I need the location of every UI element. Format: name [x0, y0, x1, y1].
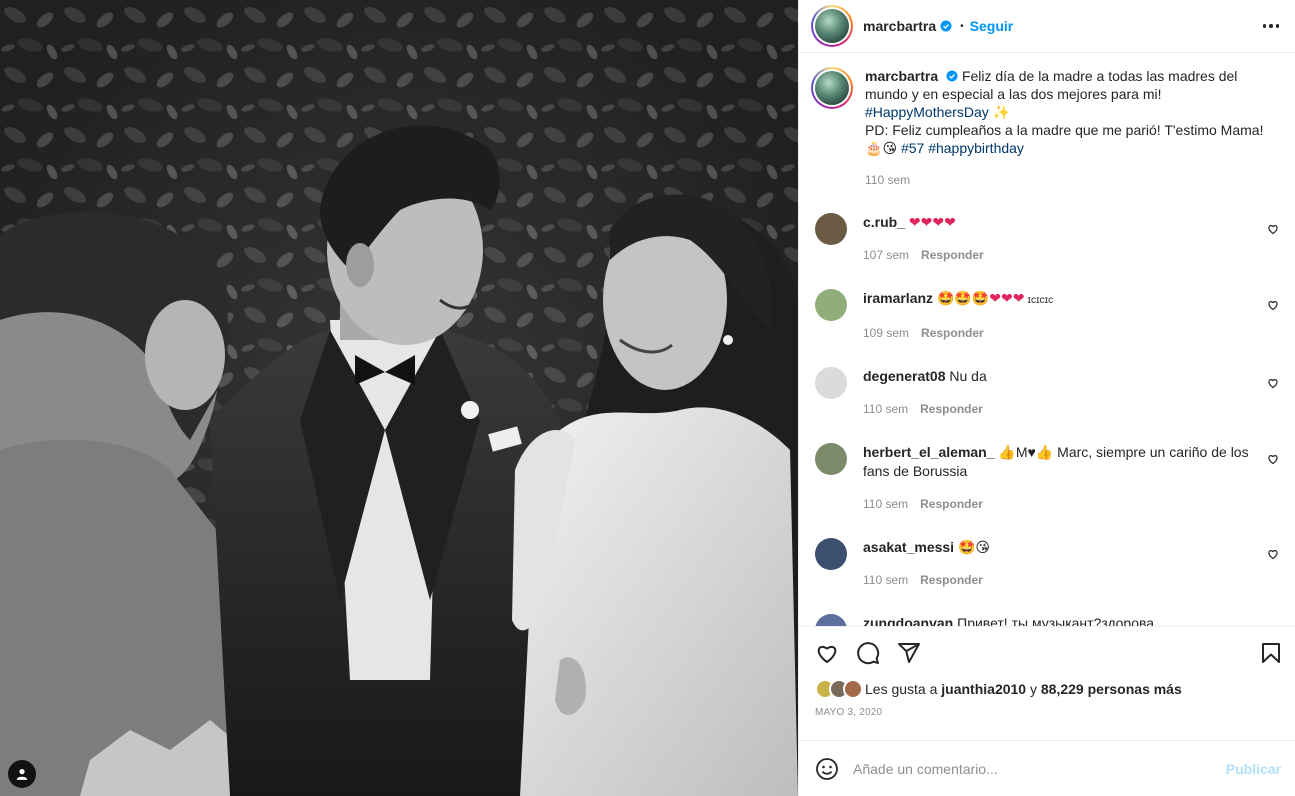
reply-button[interactable]: Responder — [920, 402, 983, 416]
reply-button[interactable]: Responder — [921, 326, 984, 340]
likes-prefix: Les gusta a — [865, 681, 938, 697]
reply-button[interactable]: Responder — [921, 248, 984, 262]
star-struck-emoji-icon: 🤩😘 — [957, 539, 990, 555]
hashtag-link[interactable]: #HappyMothersDay — [865, 104, 989, 120]
likes-summary: Les gusta a juanthia2010 y 88,229 person… — [815, 679, 1283, 699]
post-header: marcbartra • Seguir — [799, 0, 1295, 53]
comment-avatar[interactable] — [815, 443, 847, 475]
user-tag-button[interactable] — [8, 760, 36, 788]
caption-time[interactable]: 110 sem — [865, 171, 1265, 189]
comment-text-mid: M♥ — [1015, 444, 1036, 460]
verified-badge-icon — [940, 20, 952, 32]
emoji-sparkles-icon: ✨ — [992, 104, 1011, 120]
post-date[interactable]: MAYO 3, 2020 — [815, 707, 1283, 718]
publish-button[interactable]: Publicar — [1226, 761, 1281, 777]
verified-badge-icon — [946, 70, 958, 82]
post-photo[interactable] — [0, 0, 798, 796]
reply-button[interactable]: Responder — [920, 573, 983, 587]
caption-username[interactable]: marcbartra — [865, 68, 938, 84]
comment-time[interactable]: 110 sem — [863, 497, 908, 511]
author-username[interactable]: marcbartra — [863, 18, 936, 34]
comment-avatar[interactable] — [815, 614, 847, 626]
separator-dot: • — [960, 20, 964, 32]
comment-item: c.rub_ ❤❤❤❤ 107 sem Responder — [811, 213, 1279, 265]
star-struck-emoji-icon: 🤩🤩🤩 — [936, 290, 990, 306]
comment-username[interactable]: zungdoanvan — [863, 615, 953, 626]
comment-time[interactable]: 110 sem — [863, 402, 908, 416]
follow-button[interactable]: Seguir — [970, 18, 1014, 34]
comment-text: Nu da — [949, 368, 987, 384]
comment-time[interactable]: 109 sem — [863, 326, 909, 340]
comment-username[interactable]: asakat_messi — [863, 539, 954, 555]
emoji-cake-icon: 🎂 — [865, 140, 883, 156]
comment-time[interactable]: 107 sem — [863, 248, 909, 262]
thumbs-up-emoji-icon: 👍 — [998, 444, 1016, 460]
like-comment-icon[interactable] — [1267, 299, 1279, 311]
comment-username[interactable]: c.rub_ — [863, 214, 905, 230]
comment-username[interactable]: degenerat08 — [863, 368, 945, 384]
likes-count[interactable]: 88,229 personas más — [1041, 681, 1182, 697]
comment-input[interactable] — [853, 760, 1226, 777]
caption-avatar[interactable] — [811, 67, 853, 109]
comment-icon[interactable] — [856, 641, 880, 665]
post-caption: marcbartra Feliz día de la madre a todas… — [811, 67, 1279, 189]
comment-item: degenerat08 Nu da 110 sem Responder — [811, 367, 1279, 419]
like-comment-icon[interactable] — [1267, 453, 1279, 465]
like-comment-icon[interactable] — [1267, 377, 1279, 389]
comment-username[interactable]: herbert_el_aleman_ — [863, 444, 995, 460]
author-avatar[interactable] — [811, 5, 853, 47]
comment-avatar[interactable] — [815, 367, 847, 399]
like-comment-icon[interactable] — [1267, 548, 1279, 560]
post-side-panel: marcbartra • Seguir marcbartra Feliz día… — [798, 0, 1295, 796]
hashtag-link[interactable]: #57 — [901, 140, 924, 156]
comment-item: asakat_messi 🤩😘 110 sem Responder — [811, 538, 1279, 590]
comment-avatar[interactable] — [815, 213, 847, 245]
heart-emoji-icon: ❤❤❤ — [989, 290, 1025, 306]
caption-text-2: PD: Feliz cumpleaños a la madre que me p… — [865, 122, 1264, 138]
comment-item: herbert_el_aleman_ 👍M♥👍 Marc, siempre un… — [811, 443, 1279, 514]
wedding-photo — [0, 0, 798, 796]
comment-avatar[interactable] — [815, 289, 847, 321]
liker-username[interactable]: juanthia2010 — [941, 681, 1026, 697]
post-actions: Les gusta a juanthia2010 y 88,229 person… — [799, 626, 1295, 740]
like-comment-icon[interactable] — [1267, 223, 1279, 235]
emoji-icon[interactable] — [815, 757, 839, 781]
comment-text: Привет! ты музыкант?здорова. — [957, 615, 1158, 626]
liker-avatars — [815, 679, 863, 699]
comment-item: iramarlanz 🤩🤩🤩❤❤❤ ɪᴄɪᴄɪᴄ 109 sem Responder — [811, 289, 1279, 343]
more-options-icon[interactable] — [1262, 24, 1279, 28]
bookmark-icon[interactable] — [1259, 641, 1283, 665]
emoji-kiss-icon: 😘 — [882, 140, 898, 156]
thumbs-up-emoji-icon: 👍 — [1035, 444, 1054, 460]
heart-icon[interactable] — [815, 641, 839, 665]
comment-username[interactable]: iramarlanz — [863, 290, 933, 306]
user-tag-icon — [16, 769, 28, 780]
add-comment-bar: Publicar — [799, 740, 1295, 796]
like-comment-icon[interactable] — [1267, 624, 1279, 626]
comments-list[interactable]: marcbartra Feliz día de la madre a todas… — [799, 53, 1295, 626]
post-dialog: marcbartra • Seguir marcbartra Feliz día… — [0, 0, 1295, 796]
comment-time[interactable]: 110 sem — [863, 573, 908, 587]
likes-middle: y — [1030, 681, 1037, 697]
reply-button[interactable]: Responder — [920, 497, 983, 511]
comment-item: zungdoanvan Привет! ты музыкант?здорова. — [811, 614, 1279, 626]
heart-emoji-icon: ❤❤❤❤ — [908, 214, 956, 230]
share-icon[interactable] — [897, 641, 921, 665]
hashtag-link[interactable]: #happybirthday — [928, 140, 1024, 156]
comment-text: ɪᴄɪᴄɪᴄ — [1027, 295, 1054, 306]
comment-avatar[interactable] — [815, 538, 847, 570]
